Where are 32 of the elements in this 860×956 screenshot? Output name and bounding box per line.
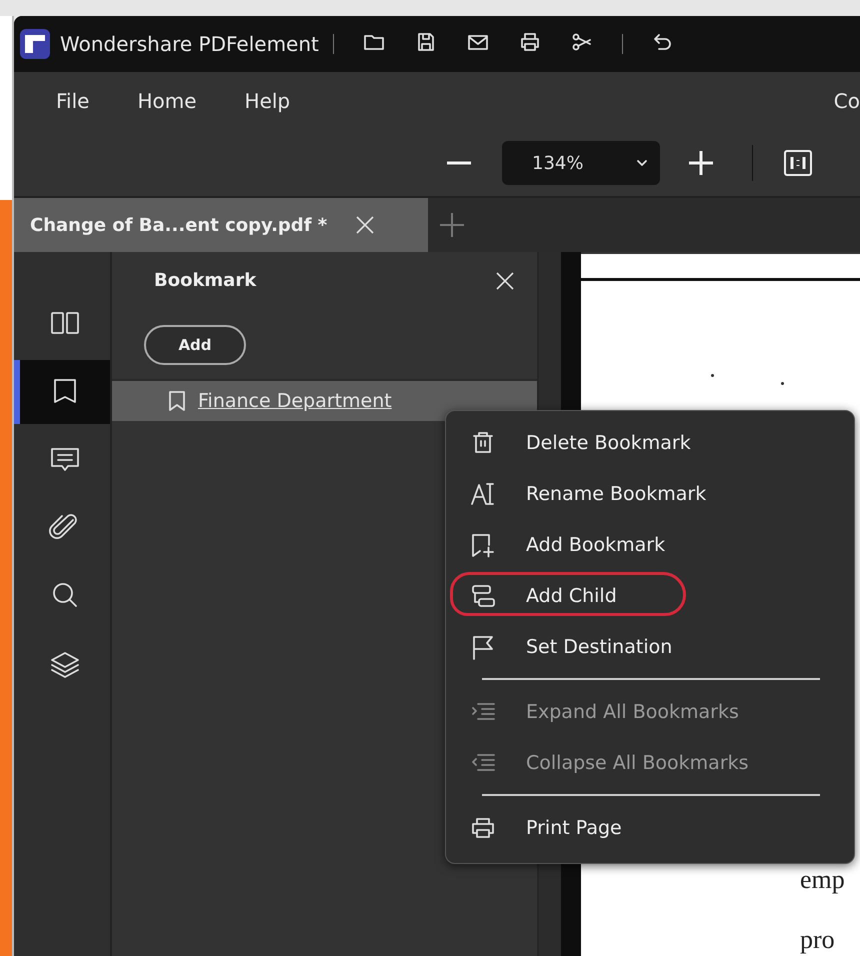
menu-item[interactable]: Print Page [446, 802, 854, 853]
actual-size-icon[interactable] [783, 148, 813, 178]
add-tab-icon[interactable] [438, 211, 466, 239]
document-text: pro [800, 925, 836, 955]
add-bookmark-icon [470, 532, 496, 558]
bookmark-label[interactable]: Finance Department [198, 390, 392, 412]
menu-item[interactable]: Home [137, 89, 197, 113]
menu-item[interactable]: Rename Bookmark [446, 468, 854, 519]
panel-title: Bookmark [154, 270, 256, 291]
menu-item[interactable]: Help [244, 89, 290, 113]
menu-item[interactable]: File [56, 89, 90, 113]
close-icon[interactable] [495, 270, 515, 290]
zoom-in-icon[interactable] [686, 148, 716, 178]
document-tab[interactable]: Change of Ba...ent copy.pdf * [14, 198, 428, 252]
sidebar-tab[interactable] [14, 360, 110, 424]
add-child-icon [470, 582, 496, 608]
document-text: emp [800, 865, 846, 895]
add-button[interactable]: Add [144, 325, 246, 365]
bookmark-icon [168, 390, 186, 412]
flag-icon [470, 634, 496, 660]
menu-item[interactable]: Co [834, 89, 860, 113]
trash-icon [470, 430, 496, 456]
window-title: Wondershare PDFelement [60, 32, 319, 56]
app-logo-icon [20, 29, 50, 59]
bookmark-row[interactable]: Finance Department [112, 379, 537, 421]
zoom-dropdown[interactable]: 134% [502, 141, 660, 185]
chevron-down-icon [636, 159, 648, 167]
rename-icon [470, 480, 496, 506]
menu-item[interactable]: Add Bookmark [446, 519, 854, 570]
close-icon[interactable] [355, 215, 376, 235]
menu-item[interactable]: Set Destination [446, 621, 854, 672]
menu-item[interactable]: Add Child [446, 570, 854, 621]
